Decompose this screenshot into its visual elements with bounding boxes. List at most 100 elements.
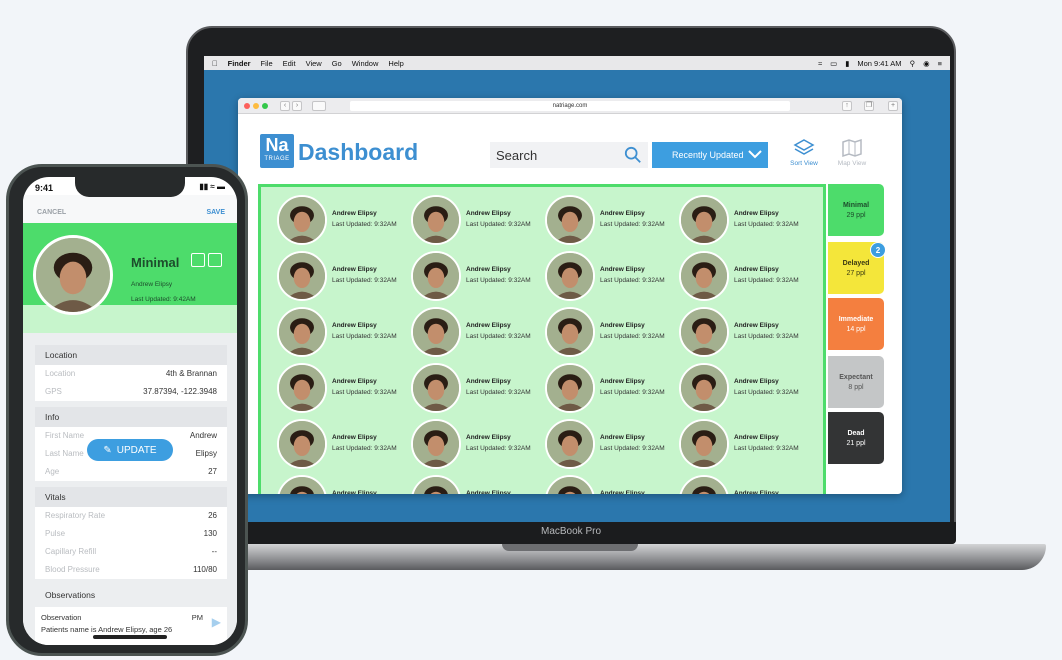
patient-card[interactable]: Andrew ElipsyLast Updated: 9:32AM	[545, 419, 679, 471]
close-window-button[interactable]	[244, 103, 250, 109]
row-location[interactable]: Location 4th & Brannan	[35, 365, 227, 383]
share-icon[interactable]: ↑	[842, 101, 852, 111]
siri-icon[interactable]: ◉	[923, 59, 930, 68]
app-logo[interactable]: Na TRIAGE	[260, 134, 294, 168]
patient-updated: Last Updated: 9:32AM	[332, 221, 397, 228]
sort-view-button[interactable]: Sort View	[784, 138, 824, 167]
zoom-window-button[interactable]	[262, 103, 268, 109]
row-capillary-refill[interactable]: Capillary Refill --	[35, 543, 227, 561]
phone-notch	[75, 177, 185, 197]
menu-help[interactable]: Help	[388, 59, 403, 68]
patient-name: Andrew Elipsy	[734, 378, 779, 385]
patient-card[interactable]: Andrew ElipsyLast Updated: 9:32AM	[545, 251, 679, 303]
category-name: Dead	[847, 429, 865, 437]
patient-card[interactable]: Andrew ElipsyLast Updated: 9:32AM	[277, 307, 411, 359]
row-blood-pressure[interactable]: Blood Pressure 110/80	[35, 561, 227, 579]
menu-go[interactable]: Go	[332, 59, 342, 68]
patient-card[interactable]: Andrew ElipsyLast Updated: 9:32AM	[277, 419, 411, 471]
new-tab-icon[interactable]: +	[888, 101, 898, 111]
laptop-chin: MacBook Pro	[186, 522, 956, 544]
minimize-window-button[interactable]	[253, 103, 259, 109]
edit-icon: ✎	[103, 444, 112, 456]
search-icon[interactable]	[624, 146, 642, 164]
patient-card[interactable]: Andrew ElipsyLast Updated: 9:32AM	[411, 475, 545, 494]
forward-icon[interactable]: ›	[292, 101, 302, 111]
search-spotlight-icon[interactable]: ⚲	[910, 59, 916, 68]
patient-form: Location Location 4th & Brannan GPS 37.873…	[23, 333, 237, 645]
patient-avatar	[545, 251, 595, 301]
patient-name: Andrew Elipsy	[466, 210, 511, 217]
patient-card[interactable]: Andrew ElipsyLast Updated: 9:32AM	[411, 363, 545, 415]
patient-avatar	[545, 307, 595, 357]
category-name: Minimal	[842, 201, 870, 209]
patient-card[interactable]: Andrew ElipsyLast Updated: 9:32AM	[545, 307, 679, 359]
row-label: Respiratory Rate	[45, 511, 106, 520]
menu-edit[interactable]: Edit	[283, 59, 296, 68]
patient-card[interactable]: Andrew ElipsyLast Updated: 9:32AM	[679, 419, 813, 471]
update-button-label: UPDATE	[116, 444, 157, 456]
category-tab-dead[interactable]: Dead 21 ppl	[828, 412, 884, 464]
apple-menu-icon[interactable]: 	[212, 59, 218, 68]
tabs-icon[interactable]: ❐	[864, 101, 874, 111]
sort-dropdown[interactable]: Recently Updated	[652, 142, 768, 168]
patient-card[interactable]: Andrew Elipsy Last Updated: 9:32AM	[679, 363, 813, 415]
wifi-icon[interactable]: ≈	[818, 59, 822, 68]
cancel-button[interactable]: CANCEL	[37, 209, 66, 216]
patient-name: Andrew Elipsy	[332, 266, 377, 273]
send-icon[interactable]: ▶	[212, 615, 221, 629]
patient-avatar	[33, 235, 113, 315]
airplay-icon[interactable]: ▭	[830, 59, 837, 68]
patient-card[interactable]: Andrew ElipsyLast Updated: 9:32AM	[411, 251, 545, 303]
category-tab-minimal[interactable]: Minimal 29 ppl	[828, 184, 884, 236]
patient-updated: Last Updated: 9:32AM	[734, 389, 799, 396]
menu-finder[interactable]: Finder	[228, 59, 251, 68]
row-age[interactable]: Age 27	[35, 463, 227, 481]
battery-icon[interactable]: ▮	[845, 59, 849, 68]
menu-view[interactable]: View	[306, 59, 322, 68]
patient-card[interactable]: Andrew ElipsyLast Updated: 9:32AM	[411, 419, 545, 471]
patient-name: Andrew Elipsy	[734, 490, 779, 494]
menu-window[interactable]: Window	[352, 59, 379, 68]
notification-center-icon[interactable]: ≡	[938, 59, 942, 68]
patient-card[interactable]: Andrew ElipsyLast Updated: 9:32AM	[679, 195, 813, 247]
ambulance-icon[interactable]	[208, 253, 222, 267]
back-icon[interactable]: ‹	[280, 101, 290, 111]
patient-avatar	[411, 363, 461, 413]
patient-card[interactable]: Andrew ElipsyLast Updated: 9:32AM	[545, 475, 679, 494]
patient-card[interactable]: Andrew ElipsyLast Updated: 9:32AM	[411, 307, 545, 359]
menubar-clock[interactable]: Mon 9:41 AM	[857, 59, 901, 68]
patient-card[interactable]: Andrew ElipsyLast Updated: 9:32AM	[679, 307, 813, 359]
edit-icon[interactable]	[191, 253, 205, 267]
patient-card[interactable]: Andrew ElipsyLast Updated: 9:32AM	[277, 475, 411, 494]
category-tab-expectant[interactable]: Expectant 8 ppl	[828, 356, 884, 408]
phone-nav-bar: CANCEL SAVE	[23, 195, 237, 223]
address-bar[interactable]: natriage.com	[350, 101, 790, 111]
category-tab-immediate[interactable]: Immediate 14 ppl	[828, 298, 884, 350]
category-count: 29 ppl	[846, 211, 866, 219]
map-view-label: Map View	[837, 160, 867, 167]
patient-avatar	[679, 307, 729, 357]
patient-card[interactable]: Andrew ElipsyLast Updated: 9:32AM	[545, 363, 679, 415]
patient-updated: Last Updated: 9:32AM	[600, 445, 665, 452]
browser-window: ‹ › natriage.com ↑ ❐ + Na TRIAGE Dashboa…	[238, 98, 902, 494]
patient-name: Andrew Elipsy	[600, 490, 645, 494]
patient-card[interactable]: Andrew ElipsyLast Updated: 9:32AM	[277, 195, 411, 247]
row-respiratory-rate[interactable]: Respiratory Rate 26	[35, 507, 227, 525]
sidebar-icon[interactable]	[312, 101, 326, 111]
patient-card[interactable]: Andrew ElipsyLast Updated: 9:32AM	[411, 195, 545, 247]
observations-box[interactable]: Observation PM Patients name is Andrew E…	[35, 607, 227, 645]
row-pulse[interactable]: Pulse 130	[35, 525, 227, 543]
search-input[interactable]: Search	[490, 142, 648, 168]
menu-file[interactable]: File	[261, 59, 273, 68]
chevron-down-icon	[748, 150, 762, 159]
patient-card[interactable]: Andrew ElipsyLast Updated: 9:32AM	[545, 195, 679, 247]
update-button[interactable]: ✎ UPDATE	[87, 439, 173, 461]
patient-card[interactable]: Andrew ElipsyLast Updated: 9:32AM	[277, 251, 411, 303]
observation-label: Observation	[41, 613, 82, 622]
map-view-button[interactable]: Map View	[832, 138, 872, 167]
row-gps[interactable]: GPS 37.87394, -122.3948	[35, 383, 227, 401]
patient-card[interactable]: Andrew ElipsyLast Updated: 9:32AM	[679, 251, 813, 303]
patient-card[interactable]: Andrew ElipsyLast Updated: 9:32AM	[679, 475, 813, 494]
patient-card[interactable]: Andrew ElipsyLast Updated: 9:32AM	[277, 363, 411, 415]
save-button[interactable]: SAVE	[206, 209, 225, 216]
